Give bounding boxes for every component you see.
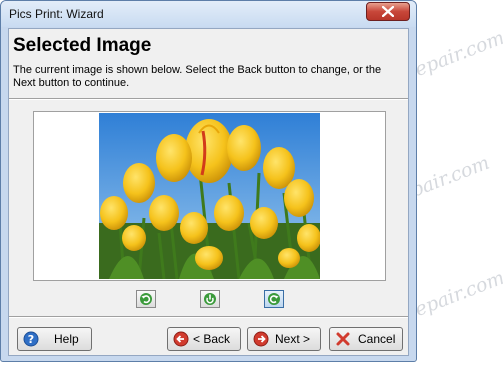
- close-icon: [382, 6, 394, 17]
- rotate-left-icon: [140, 293, 152, 305]
- next-label: Next >: [275, 332, 311, 346]
- image-preview-frame: [33, 111, 386, 281]
- flip-button[interactable]: [200, 290, 220, 308]
- rotate-right-icon: [268, 293, 280, 305]
- tulips-image: [99, 113, 320, 279]
- next-arrow-icon: [253, 331, 269, 347]
- page-description: The current image is shown below. Select…: [13, 64, 382, 89]
- rotate-left-button[interactable]: [136, 290, 156, 308]
- window-title: Pics Print: Wizard: [9, 7, 104, 21]
- cancel-x-icon: [336, 332, 350, 346]
- cancel-button[interactable]: Cancel: [329, 327, 403, 351]
- title-bar[interactable]: Pics Print: Wizard: [1, 1, 416, 27]
- wizard-header: Selected Image The current image is show…: [9, 29, 408, 99]
- wizard-window: Pics Print: Wizard Selected Image The cu…: [0, 0, 417, 362]
- help-button[interactable]: ? Help: [17, 327, 92, 351]
- wizard-content: Selected Image The current image is show…: [8, 28, 409, 356]
- back-label: < Back: [193, 332, 231, 346]
- help-label: Help: [54, 332, 79, 346]
- back-arrow-icon: [173, 331, 189, 347]
- rotate-right-button[interactable]: [264, 290, 284, 308]
- page-title: Selected Image: [13, 35, 152, 56]
- close-button[interactable]: [366, 2, 410, 21]
- help-icon: ?: [23, 331, 39, 347]
- next-button[interactable]: Next >: [247, 327, 321, 351]
- back-button[interactable]: < Back: [167, 327, 241, 351]
- flip-icon: [204, 293, 216, 305]
- footer-divider: [9, 316, 408, 317]
- svg-text:?: ?: [28, 333, 34, 346]
- cancel-label: Cancel: [358, 332, 396, 346]
